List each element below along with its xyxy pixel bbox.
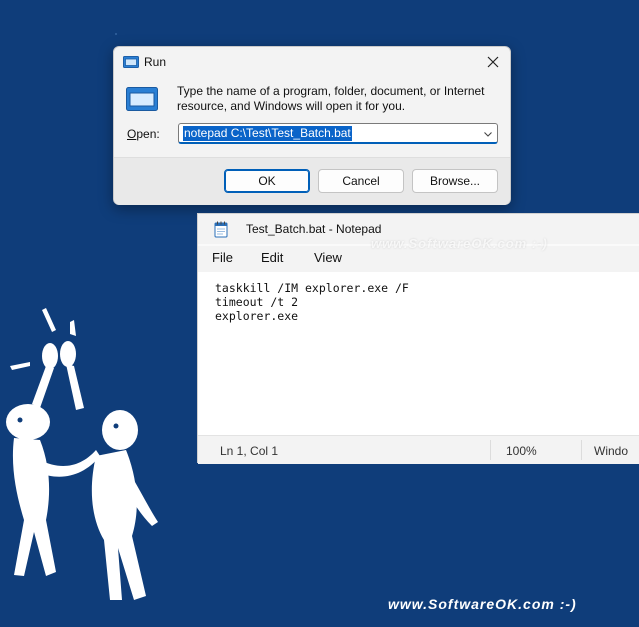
menu-file[interactable]: File <box>212 250 233 265</box>
status-divider <box>490 440 491 460</box>
notepad-editor[interactable]: taskkill /IM explorer.exe /F timeout /t … <box>198 272 639 435</box>
run-dialog-footer: OK Cancel Browse... <box>114 157 510 205</box>
run-dialog: Run Type the name of a program, folder, … <box>113 46 511 205</box>
cancel-button[interactable]: Cancel <box>318 169 404 193</box>
run-program-icon <box>126 87 158 111</box>
menu-edit[interactable]: Edit <box>261 250 283 265</box>
background-dot <box>115 33 117 35</box>
status-line-ending: Windo <box>594 444 629 458</box>
editor-line[interactable]: explorer.exe <box>215 309 298 323</box>
status-divider <box>581 440 582 460</box>
open-input[interactable]: notepad C:\Test\Test_Batch.bat <box>178 123 498 144</box>
notepad-window: Test_Batch.bat - Notepad File Edit View … <box>197 213 639 464</box>
status-zoom: 100% <box>506 444 537 458</box>
run-description: Type the name of a program, folder, docu… <box>177 84 485 113</box>
footer-watermark: www.SoftwareOK.com :-) <box>388 596 577 612</box>
close-icon[interactable] <box>482 51 504 73</box>
menu-view[interactable]: View <box>314 250 342 265</box>
editor-line[interactable]: taskkill /IM explorer.exe /F <box>215 281 409 295</box>
editor-line[interactable]: timeout /t 2 <box>215 295 298 309</box>
browse-button[interactable]: Browse... <box>412 169 498 193</box>
high-five-figures-illustration <box>6 308 158 600</box>
run-titlebar[interactable]: Run <box>114 47 510 77</box>
open-input-value[interactable]: notepad C:\Test\Test_Batch.bat <box>183 126 352 141</box>
chevron-down-icon[interactable] <box>483 128 493 138</box>
ok-button[interactable]: OK <box>224 169 310 193</box>
notepad-statusbar: Ln 1, Col 1 100% Windo <box>198 435 639 464</box>
notepad-title: Test_Batch.bat - Notepad <box>246 222 382 236</box>
run-window-icon <box>123 56 139 68</box>
notepad-watermark: www.SoftwareOK.com :-) <box>371 236 548 251</box>
status-cursor-position: Ln 1, Col 1 <box>220 444 279 458</box>
notepad-icon <box>214 221 228 238</box>
open-label: Open: <box>127 127 160 141</box>
run-dialog-title: Run <box>144 55 167 69</box>
